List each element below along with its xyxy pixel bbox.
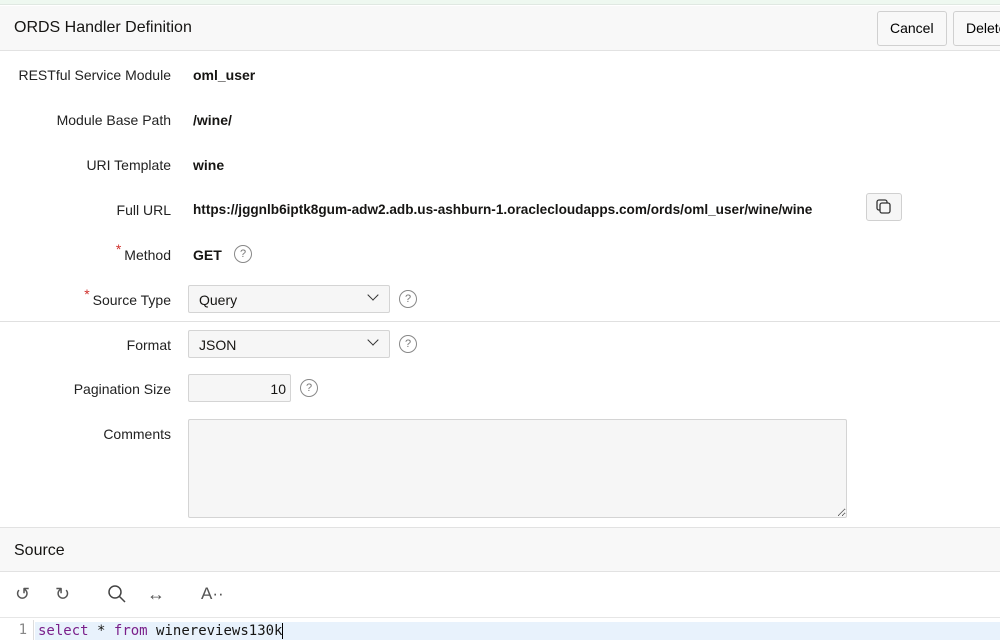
code-keyword: from [114,623,148,639]
pagination-label: Pagination Size [74,381,171,397]
source-title: Source [14,542,65,560]
field-method: *Method GET ? [0,240,1000,270]
comments-textarea[interactable] [188,419,847,518]
help-icon[interactable]: ? [234,245,252,263]
module-label: RESTful Service Module [18,67,171,83]
required-icon: * [84,286,89,302]
required-icon: * [116,241,121,257]
line-number: 1 [0,620,34,640]
format-label: Format [127,337,171,353]
module-value: oml_user [193,67,255,83]
divider [0,321,1000,322]
method-value: GET [193,247,222,263]
full-url-value: https://jggnlb6iptk8gum-adw2.adb.us-ashb… [193,202,812,217]
help-icon[interactable]: ? [300,379,318,397]
source-type-label: *Source Type [84,292,171,308]
copy-url-button[interactable] [866,193,902,221]
uri-template-value: wine [193,157,224,173]
search-icon[interactable] [107,584,127,609]
code-editor[interactable]: 1 select * from winereviews130k [0,620,1000,640]
delete-button[interactable]: Delete [953,11,1000,46]
source-section-header: Source [0,527,1000,572]
editor-toolbar: ↺ ↻ ↔ A·· [0,572,1000,618]
chevron-down-icon [367,334,378,345]
base-path-label: Module Base Path [57,112,171,128]
method-label-text: Method [124,247,171,263]
code-table-name: winereviews130k [156,623,283,639]
code-operator: * [97,623,105,639]
base-path-value: /wine/ [193,112,232,128]
format-value: JSON [199,337,236,353]
comments-label: Comments [103,426,171,442]
copy-icon [867,194,901,220]
undo-icon[interactable]: ↺ [15,584,30,605]
uri-template-label: URI Template [86,157,171,173]
chevron-down-icon [367,289,378,300]
field-pagination: Pagination Size 10 ? [0,374,1000,404]
help-icon[interactable]: ? [399,335,417,353]
wrap-icon[interactable]: ↔ [147,584,165,605]
method-label: *Method [116,247,171,263]
field-source-type: *Source Type Query ? [0,285,1000,315]
field-base-path: Module Base Path /wine/ [0,105,1000,135]
source-type-label-text: Source Type [93,292,171,308]
page-header: ORDS Handler Definition Cancel Delete [0,6,1000,51]
code-keyword: select [38,623,89,639]
field-format: Format JSON ? [0,330,1000,360]
source-type-value: Query [199,292,237,308]
full-url-label: Full URL [117,202,171,218]
redo-icon[interactable]: ↻ [55,584,70,605]
top-accent-bar [0,0,1000,5]
field-uri-template: URI Template wine [0,150,1000,180]
cancel-button[interactable]: Cancel [877,11,947,46]
code-line[interactable]: select * from winereviews130k [35,622,1000,640]
page-title: ORDS Handler Definition [14,19,192,37]
source-type-select[interactable]: Query [188,285,390,313]
format-select[interactable]: JSON [188,330,390,358]
field-module: RESTful Service Module oml_user [0,60,1000,90]
pagination-input[interactable]: 10 [188,374,291,402]
field-full-url: Full URL https://jggnlb6iptk8gum-adw2.ad… [0,195,1000,225]
help-icon[interactable]: ? [399,290,417,308]
font-size-icon[interactable]: A·· [201,584,224,604]
